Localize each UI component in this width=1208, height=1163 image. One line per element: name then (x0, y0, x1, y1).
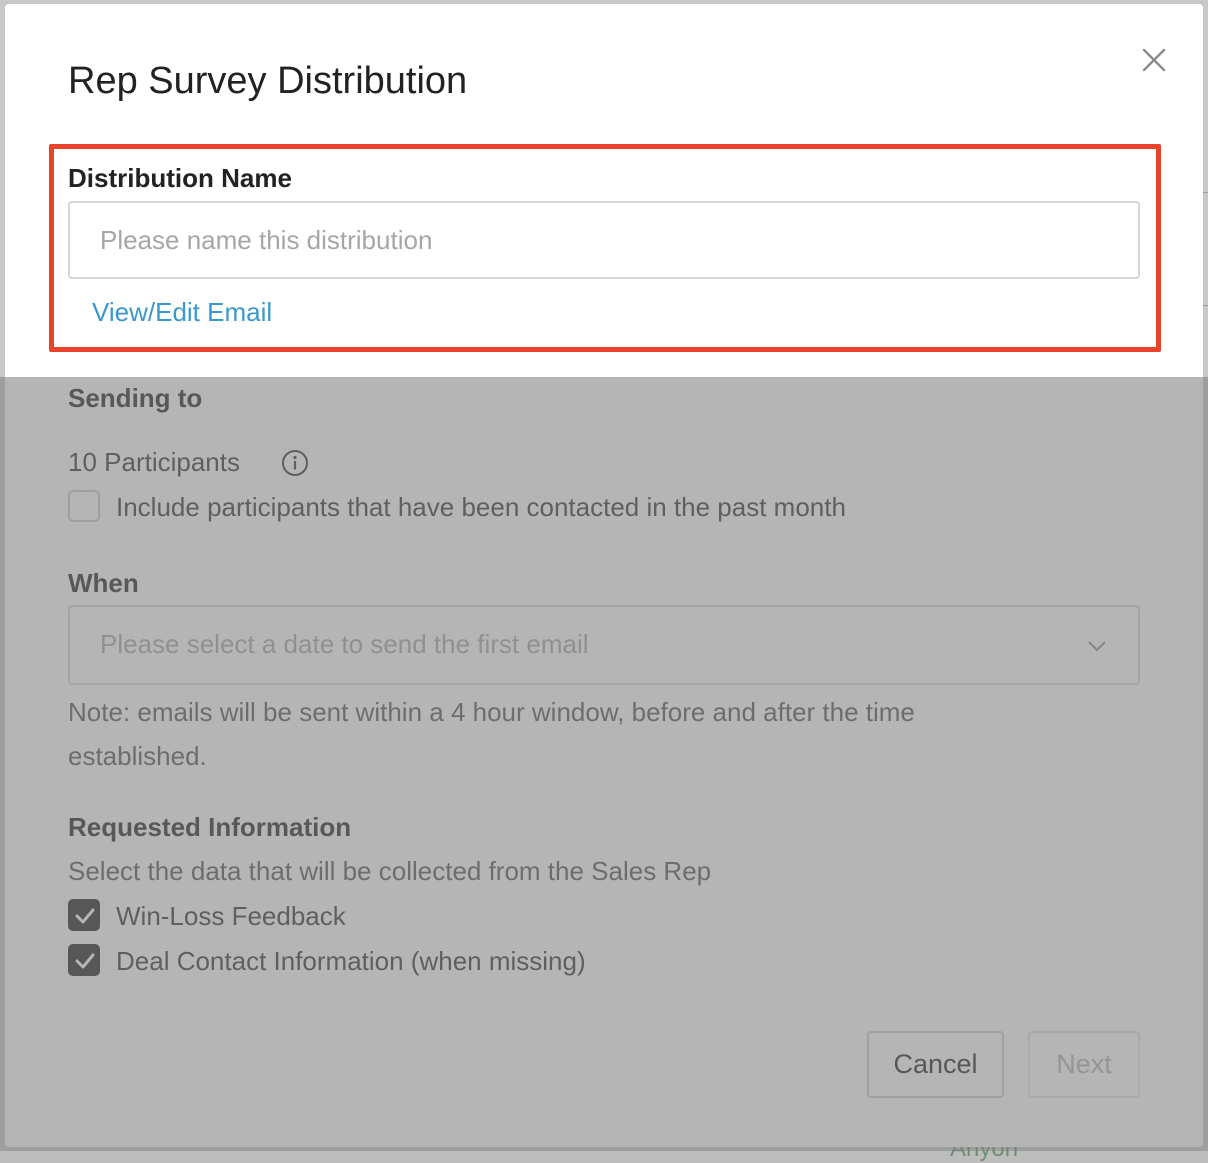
win-loss-feedback-checkbox[interactable] (68, 899, 100, 931)
send-window-note: Note: emails will be sent within a 4 hou… (68, 697, 915, 771)
checkmark-icon (75, 908, 95, 924)
deal-contact-info-checkbox[interactable] (68, 944, 100, 976)
distribution-modal: Rep Survey Distribution Distribution Nam… (5, 4, 1203, 1147)
modal-title: Rep Survey Distribution (68, 60, 468, 102)
requested-information-description: Select the data that will be collected f… (68, 856, 712, 886)
participants-count: 10 Participants (68, 447, 240, 477)
close-button[interactable] (1138, 44, 1170, 76)
close-icon (1142, 48, 1166, 72)
requested-information-label: Requested Information (68, 812, 352, 842)
cancel-button[interactable]: Cancel (867, 1031, 1004, 1098)
checkmark-icon (75, 953, 95, 969)
sending-to-label: Sending to (68, 383, 203, 413)
when-label: When (68, 568, 139, 598)
chevron-down-icon (1088, 641, 1106, 652)
include-past-month-label: Include participants that have been cont… (116, 492, 846, 522)
deal-contact-info-label: Deal Contact Information (when missing) (116, 946, 586, 976)
send-date-placeholder: Please select a date to send the first e… (100, 629, 589, 659)
send-date-select[interactable]: Please select a date to send the first e… (68, 605, 1140, 685)
include-past-month-checkbox[interactable] (68, 490, 100, 522)
next-button[interactable]: Next (1028, 1031, 1140, 1098)
info-icon[interactable] (281, 449, 309, 477)
distribution-name-highlight (49, 144, 1161, 352)
win-loss-feedback-label: Win-Loss Feedback (116, 901, 346, 931)
